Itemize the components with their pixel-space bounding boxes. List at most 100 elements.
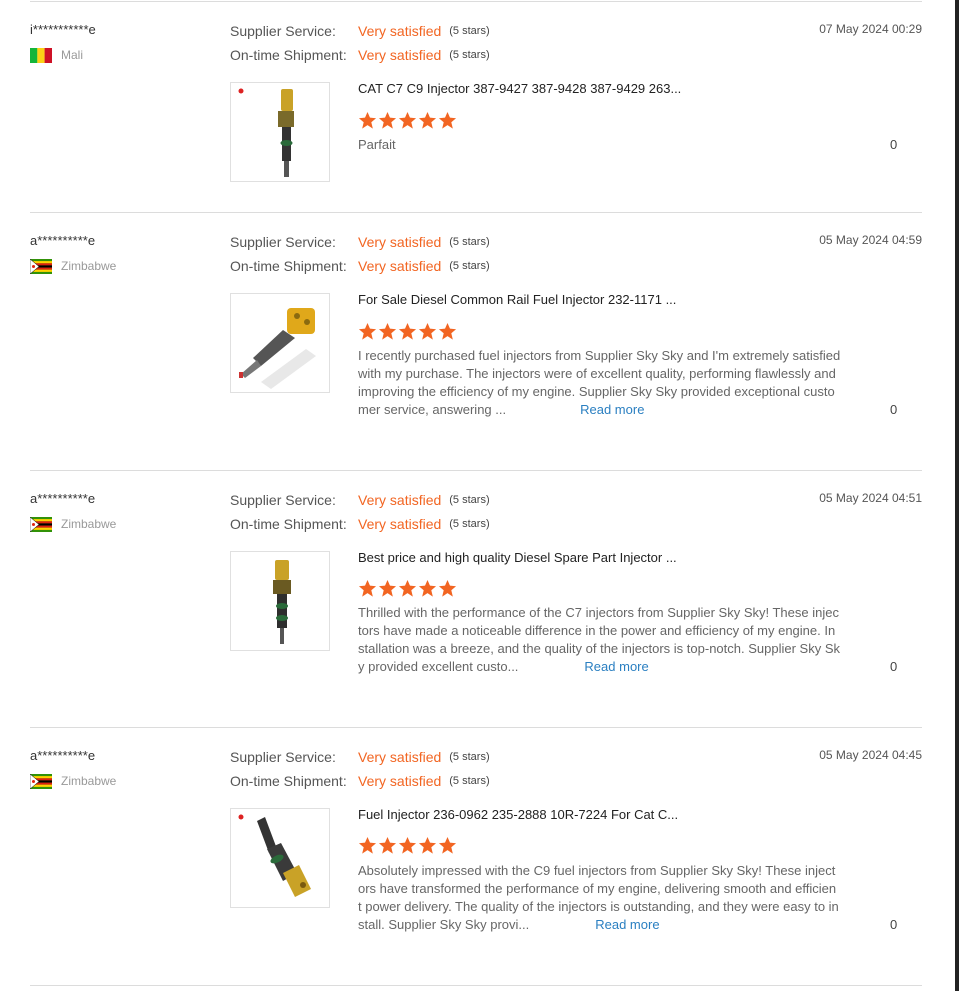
product-thumbnail[interactable]: [230, 293, 330, 393]
buyer-name: i***********e: [30, 22, 96, 37]
helpful-count[interactable]: 0: [890, 402, 897, 417]
review-star-rating: [358, 579, 458, 599]
product-thumbnail[interactable]: [230, 808, 330, 908]
product-thumbnail[interactable]: [230, 82, 330, 182]
injector-image: [273, 560, 291, 644]
supplier-service-label: Supplier Service:: [230, 234, 336, 250]
star-icon: [418, 836, 437, 854]
ontime-shipment-rating: On-time Shipment: Very satisfied (5 star…: [230, 515, 490, 533]
star-icon: [418, 111, 437, 129]
review-star-rating: [358, 836, 458, 856]
buyer-country: Zimbabwe: [30, 258, 116, 274]
star-icon: [418, 322, 437, 340]
divider: [30, 1, 922, 2]
product-title-link[interactable]: Fuel Injector 236-0962 235-2888 10R-7224…: [358, 807, 678, 822]
ontime-shipment-value: Very satisfied: [358, 516, 442, 532]
review-text-line: mer service, answering ...: [358, 402, 507, 417]
injector-image: [239, 308, 316, 389]
mali-flag-icon: [30, 47, 52, 63]
review-text-line: Thrilled with the performance of the C7 …: [358, 605, 839, 620]
star-icon: [378, 111, 397, 129]
review-item: a**********e Zimbabwe Supplier Service: …: [30, 748, 922, 978]
country-name: Zimbabwe: [61, 774, 117, 788]
ontime-shipment-label: On-time Shipment:: [230, 47, 347, 63]
review-date: 05 May 2024 04:51: [819, 491, 922, 505]
read-more-link[interactable]: Read more: [584, 659, 648, 674]
product-title-link[interactable]: For Sale Diesel Common Rail Fuel Injecto…: [358, 292, 676, 307]
review-text: I recently purchased fuel injectors from…: [358, 347, 866, 419]
review-text: Parfait: [358, 137, 396, 152]
review-date: 07 May 2024 00:29: [819, 22, 922, 36]
country-name: Zimbabwe: [61, 517, 117, 531]
review-text-line: tors have made a noticeable difference i…: [358, 623, 836, 638]
supplier-service-label: Supplier Service:: [230, 492, 336, 508]
ontime-shipment-value: Very satisfied: [358, 258, 442, 274]
review-item: a**********e Zimbabwe Supplier Service: …: [30, 233, 922, 463]
read-more-link[interactable]: Read more: [595, 917, 659, 932]
review-text-line: improving the efficiency of my engine. S…: [358, 384, 835, 399]
review-text-line: ors have transformed the performance of …: [358, 881, 837, 896]
review-star-rating: [358, 111, 458, 131]
supplier-service-rating: Supplier Service: Very satisfied (5 star…: [230, 22, 490, 40]
product-title-link[interactable]: Best price and high quality Diesel Spare…: [358, 550, 677, 565]
supplier-service-label: Supplier Service:: [230, 749, 336, 765]
review-text-line: I recently purchased fuel injectors from…: [358, 348, 841, 363]
review-star-rating: [358, 322, 458, 342]
read-more-link[interactable]: Read more: [580, 402, 644, 417]
ontime-shipment-stars: (5 stars): [449, 775, 490, 787]
star-icon: [378, 322, 397, 340]
star-icon: [378, 836, 397, 854]
star-icon: [398, 579, 417, 597]
buyer-country: Zimbabwe: [30, 773, 116, 789]
window-edge: [955, 0, 959, 991]
supplier-service-value: Very satisfied: [358, 749, 442, 765]
country-name: Mali: [61, 48, 84, 62]
review-text-line: stall. Supplier Sky Sky provi...: [358, 917, 530, 932]
supplier-service-value: Very satisfied: [358, 23, 442, 39]
supplier-service-label: Supplier Service:: [230, 23, 336, 39]
ontime-shipment-rating: On-time Shipment: Very satisfied (5 star…: [230, 46, 490, 64]
star-icon: [438, 322, 457, 340]
ontime-shipment-stars: (5 stars): [449, 518, 490, 530]
review-text-line: stallation was a breeze, and the quality…: [358, 641, 840, 656]
divider: [30, 985, 922, 986]
buyer-country: Mali: [30, 47, 83, 63]
helpful-count[interactable]: 0: [890, 659, 897, 674]
product-title-link[interactable]: CAT C7 C9 Injector 387-9427 387-9428 387…: [358, 81, 681, 96]
helpful-count[interactable]: 0: [890, 137, 897, 152]
ontime-shipment-label: On-time Shipment:: [230, 258, 347, 274]
review-item: a**********e Zimbabwe Supplier Service: …: [30, 491, 922, 721]
review-text-line: y provided excellent custo...: [358, 659, 519, 674]
supplier-service-value: Very satisfied: [358, 492, 442, 508]
supplier-service-stars: (5 stars): [449, 236, 490, 248]
ontime-shipment-label: On-time Shipment:: [230, 516, 347, 532]
ontime-shipment-rating: On-time Shipment: Very satisfied (5 star…: [230, 772, 490, 790]
star-icon: [398, 836, 417, 854]
zimbabwe-flag-icon: [30, 258, 52, 274]
buyer-name: a**********e: [30, 748, 96, 763]
ontime-shipment-value: Very satisfied: [358, 773, 442, 789]
divider: [30, 470, 922, 471]
supplier-service-stars: (5 stars): [449, 25, 490, 37]
buyer-name: a**********e: [30, 233, 96, 248]
supplier-service-value: Very satisfied: [358, 234, 442, 250]
ontime-shipment-stars: (5 stars): [449, 49, 490, 61]
buyer-name: a**********e: [30, 491, 96, 506]
helpful-count[interactable]: 0: [890, 917, 897, 932]
zimbabwe-flag-icon: [30, 516, 52, 532]
product-thumbnail[interactable]: [230, 551, 330, 651]
star-icon: [358, 111, 377, 129]
supplier-service-rating: Supplier Service: Very satisfied (5 star…: [230, 748, 490, 766]
review-item: i***********e Mali Supplier Service: Ver…: [30, 22, 922, 192]
ontime-shipment-stars: (5 stars): [449, 260, 490, 272]
star-icon: [358, 579, 377, 597]
injector-image: [238, 814, 311, 897]
ontime-shipment-label: On-time Shipment:: [230, 773, 347, 789]
star-icon: [438, 836, 457, 854]
ontime-shipment-rating: On-time Shipment: Very satisfied (5 star…: [230, 257, 490, 275]
divider: [30, 212, 922, 213]
supplier-service-rating: Supplier Service: Very satisfied (5 star…: [230, 233, 490, 251]
star-icon: [358, 836, 377, 854]
divider: [30, 727, 922, 728]
buyer-country: Zimbabwe: [30, 516, 116, 532]
